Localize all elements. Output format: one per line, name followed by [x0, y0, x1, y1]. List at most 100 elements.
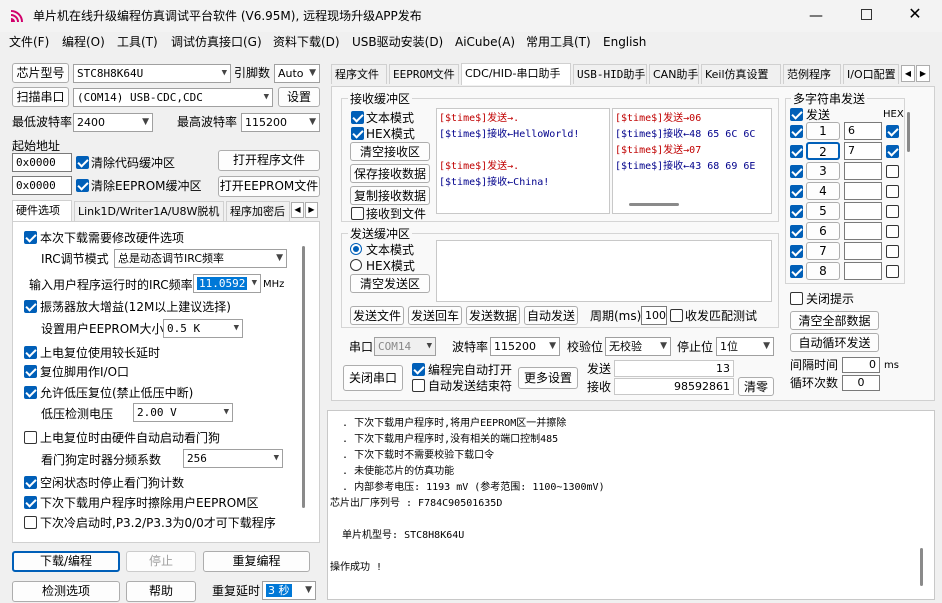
period-input[interactable]: 100: [641, 306, 667, 325]
multi-row-send-checkbox[interactable]: [790, 245, 803, 258]
multi-row-input[interactable]: 6: [844, 122, 882, 140]
multi-row-send-button[interactable]: 5: [806, 202, 840, 220]
clear-eeprom-checkbox[interactable]: [76, 179, 89, 192]
repeat-delay-select[interactable]: 3 秒 ▼: [262, 581, 316, 600]
tab-scroll-left-icon[interactable]: ◀: [291, 202, 304, 218]
clear-count-button[interactable]: 清零: [738, 377, 774, 396]
multi-send-all-checkbox[interactable]: [790, 108, 803, 121]
cold-start-checkbox[interactable]: [24, 516, 37, 529]
multi-row-send-button[interactable]: 3: [806, 162, 840, 180]
multi-row-input[interactable]: 7: [844, 142, 882, 160]
eeprom-address-input[interactable]: 0x0000: [12, 176, 72, 195]
menu-download[interactable]: 资料下载(D): [273, 35, 340, 49]
multi-row-send-checkbox[interactable]: [790, 205, 803, 218]
long-reset-checkbox[interactable]: [24, 346, 37, 359]
rx-hex-mode-checkbox[interactable]: [351, 127, 364, 140]
interval-input[interactable]: 0: [842, 357, 880, 373]
right-tab-right-icon[interactable]: ▶: [916, 65, 930, 82]
tx-hex-mode-radio[interactable]: [350, 259, 362, 271]
auto-open-checkbox[interactable]: [412, 363, 425, 376]
menu-tools[interactable]: 工具(T): [117, 35, 158, 49]
maximize-icon[interactable]: [861, 9, 872, 20]
rx-text-area[interactable]: [$time$]发送→. [$time$]接收←HelloWorld! [$ti…: [436, 108, 610, 214]
auto-end-checkbox[interactable]: [412, 379, 425, 392]
erase-eeprom-checkbox[interactable]: [24, 496, 37, 509]
rx-save-button[interactable]: 保存接收数据: [350, 164, 430, 183]
irc-mode-select[interactable]: 总是动态调节IRC频率 ▼: [114, 249, 287, 268]
multi-row-hex-checkbox[interactable]: [886, 145, 899, 158]
minimize-icon[interactable]: —: [806, 8, 826, 24]
min-baud-select[interactable]: 2400 ▼: [73, 113, 153, 132]
chip-type-label[interactable]: 芯片型号: [12, 63, 69, 83]
check-options-button[interactable]: 检测选项: [12, 581, 120, 602]
rx-hex-hscroll[interactable]: [629, 203, 679, 206]
multi-row-send-button[interactable]: 4: [806, 182, 840, 200]
irc-freq-select[interactable]: 11.0592 ▼: [193, 274, 261, 293]
multi-row-send-button[interactable]: 2: [806, 142, 840, 160]
pin-count-select[interactable]: Auto ▼: [274, 64, 320, 83]
lvd-checkbox[interactable]: [24, 386, 37, 399]
menu-program[interactable]: 编程(O): [62, 35, 105, 49]
serial-port-select[interactable]: COM14 ▼: [374, 337, 436, 356]
repeat-program-button[interactable]: 重复编程: [203, 551, 310, 572]
multi-row-input[interactable]: [844, 222, 882, 240]
tab-eeprom-file[interactable]: EEPROM文件: [389, 64, 459, 84]
tab-examples[interactable]: 范例程序: [783, 64, 841, 84]
multi-row-hex-checkbox[interactable]: [886, 245, 899, 258]
send-file-button[interactable]: 发送文件: [350, 306, 404, 325]
rx-copy-button[interactable]: 复制接收数据: [350, 186, 430, 205]
close-icon[interactable]: ✕: [907, 4, 923, 24]
chip-type-select[interactable]: STC8H8K64U ▼: [73, 64, 231, 83]
max-baud-select[interactable]: 115200 ▼: [241, 113, 320, 132]
menu-usb-driver[interactable]: USB驱动安装(D): [352, 35, 443, 49]
wdt-checkbox[interactable]: [24, 431, 37, 444]
scan-port-button[interactable]: 扫描串口: [12, 87, 69, 107]
stop-bit-select[interactable]: 1位 ▼: [716, 337, 774, 356]
lvd-voltage-select[interactable]: 2.00 V ▼: [133, 403, 233, 422]
osc-gain-checkbox[interactable]: [24, 300, 37, 313]
tab-program-file[interactable]: 程序文件: [331, 64, 387, 84]
match-test-checkbox[interactable]: [670, 309, 683, 322]
multi-row-send-button[interactable]: 6: [806, 222, 840, 240]
multi-row-hex-checkbox[interactable]: [886, 225, 899, 238]
menu-debug[interactable]: 调试仿真接口(G): [171, 35, 262, 49]
close-hint-checkbox[interactable]: [790, 292, 803, 305]
open-eeprom-file-button[interactable]: 打开EEPROM文件: [218, 176, 320, 197]
rx-text-mode-checkbox[interactable]: [351, 111, 364, 124]
idle-wdt-checkbox[interactable]: [24, 476, 37, 489]
multi-row-send-checkbox[interactable]: [790, 125, 803, 138]
rx-hex-area[interactable]: [$time$]发送→06 [$time$]接收←48 65 6C 6C [$t…: [612, 108, 772, 214]
open-program-file-button[interactable]: 打开程序文件: [218, 150, 320, 171]
menu-common-tools[interactable]: 常用工具(T): [526, 35, 591, 49]
multi-row-hex-checkbox[interactable]: [886, 205, 899, 218]
baud-select[interactable]: 115200 ▼: [490, 337, 560, 356]
multi-row-hex-checkbox[interactable]: [886, 165, 899, 178]
multi-row-input[interactable]: [844, 262, 882, 280]
send-data-button[interactable]: 发送数据: [466, 306, 520, 325]
multi-row-send-button[interactable]: 8: [806, 262, 840, 280]
menu-file[interactable]: 文件(F): [9, 35, 49, 49]
stop-button[interactable]: 停止: [126, 551, 196, 572]
multi-row-send-checkbox[interactable]: [790, 265, 803, 278]
clear-all-data-button[interactable]: 清空全部数据: [790, 311, 879, 330]
multi-row-hex-checkbox[interactable]: [886, 125, 899, 138]
menu-aicube[interactable]: AiCube(A): [455, 35, 515, 49]
rx-clear-button[interactable]: 清空接收区: [350, 142, 430, 161]
more-settings-button[interactable]: 更多设置: [518, 367, 578, 389]
auto-loop-send-button[interactable]: 自动循环发送: [790, 333, 879, 352]
loop-count-input[interactable]: 0: [842, 375, 880, 391]
tab-offline[interactable]: Link1D/Writer1A/U8W脱机: [74, 201, 224, 221]
multi-row-hex-checkbox[interactable]: [886, 185, 899, 198]
multi-row-hex-checkbox[interactable]: [886, 265, 899, 278]
port-select[interactable]: (COM14) USB-CDC,CDC ▼: [73, 88, 273, 107]
tab-serial-assistant[interactable]: CDC/HID-串口助手: [461, 63, 571, 85]
multi-row-input[interactable]: [844, 182, 882, 200]
rx-to-file-checkbox[interactable]: [351, 207, 364, 220]
tab-can[interactable]: CAN助手: [649, 64, 699, 84]
log-output[interactable]: . 下次下载用户程序时,将用户EEPROM区一并擦除 . 下次下载用户程序时,没…: [327, 410, 935, 600]
auto-send-button[interactable]: 自动发送: [524, 306, 578, 325]
multi-row-send-button[interactable]: 7: [806, 242, 840, 260]
modify-hw-checkbox[interactable]: [24, 231, 37, 244]
code-address-input[interactable]: 0x0000: [12, 153, 72, 172]
reset-io-checkbox[interactable]: [24, 365, 37, 378]
